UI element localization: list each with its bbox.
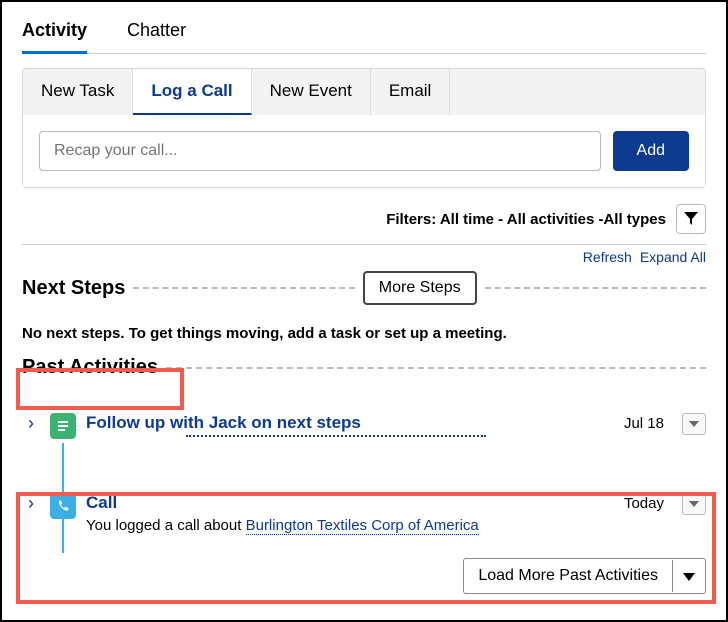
- activity-timeline: › Follow up with Jack on next steps Jul …: [22, 409, 706, 594]
- caret-down-icon: [683, 573, 695, 581]
- next-steps-empty: No next steps. To get things moving, add…: [22, 325, 706, 342]
- activity-description: You logged a call about: [86, 517, 246, 534]
- call-recap-input[interactable]: [39, 131, 601, 171]
- tab-chatter[interactable]: Chatter: [127, 14, 186, 53]
- add-button[interactable]: Add: [613, 131, 689, 171]
- task-icon: [50, 413, 76, 439]
- load-more-group: Load More Past Activities: [463, 558, 706, 594]
- tab-new-task[interactable]: New Task: [23, 69, 133, 115]
- expand-chevron-icon[interactable]: ›: [22, 413, 40, 434]
- activity-title-link[interactable]: Follow up with Jack on next steps: [86, 413, 361, 432]
- activity-date: Jul 18: [624, 413, 664, 432]
- item-menu-button[interactable]: [682, 493, 706, 515]
- divider: [186, 435, 486, 437]
- expand-all-link[interactable]: Expand All: [640, 249, 706, 265]
- activity-title-link[interactable]: Call: [86, 493, 117, 512]
- item-menu-button[interactable]: [682, 413, 706, 435]
- caret-down-icon: [689, 421, 699, 427]
- expand-chevron-icon[interactable]: ›: [22, 493, 40, 514]
- tab-log-call[interactable]: Log a Call: [133, 69, 251, 115]
- next-steps-title: Next Steps: [22, 277, 133, 300]
- funnel-icon: [684, 212, 698, 226]
- activity-date: Today: [624, 493, 664, 512]
- tab-new-event[interactable]: New Event: [252, 69, 371, 115]
- call-icon: [50, 493, 76, 519]
- past-activities-title: Past Activities: [22, 356, 166, 379]
- divider: [166, 367, 706, 369]
- timeline-item-task: › Follow up with Jack on next steps Jul …: [22, 409, 706, 443]
- more-steps-button[interactable]: More Steps: [363, 271, 477, 305]
- activity-composer: New Task Log a Call New Event Email Add: [22, 68, 706, 188]
- divider: [133, 287, 354, 289]
- timeline-item-call: › Call You logged a call about Burlingto…: [22, 489, 706, 538]
- load-more-menu-button[interactable]: [672, 560, 705, 592]
- caret-down-icon: [689, 501, 699, 507]
- filters-label: Filters: All time - All activities -All …: [386, 211, 666, 228]
- refresh-link[interactable]: Refresh: [583, 249, 632, 265]
- related-record-link[interactable]: Burlington Textiles Corp of America: [246, 517, 479, 535]
- filter-button[interactable]: [676, 204, 706, 234]
- tab-email[interactable]: Email: [371, 69, 451, 115]
- divider: [485, 287, 706, 289]
- load-more-button[interactable]: Load More Past Activities: [464, 559, 672, 593]
- tab-activity[interactable]: Activity: [22, 14, 87, 54]
